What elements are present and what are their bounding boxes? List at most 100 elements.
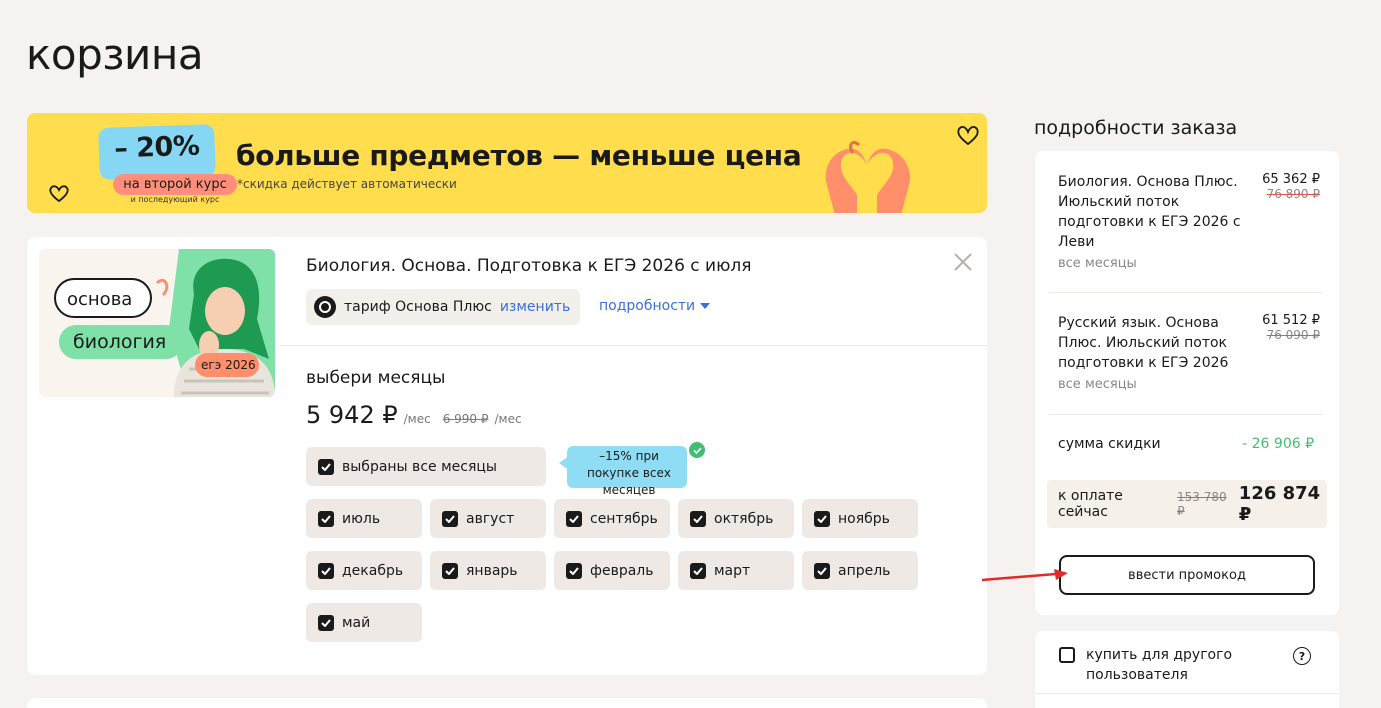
summary-item: Биология. Основа Плюс. Июльский поток по… [1058,172,1320,271]
checkbox-checked-icon [814,562,830,579]
gift-checkbox[interactable] [1059,647,1075,663]
item-old-price: 76 090 ₽ [1266,328,1320,342]
course-card: основа биология егэ 2026 Биология. Основ… [27,237,987,675]
select-all-months[interactable]: выбраны все месяцы [306,447,546,486]
discount-tag-text: –15% при покупке всех месяцев [587,449,671,497]
item-price-block: 65 362 ₽ 76 890 ₽ [1262,172,1320,201]
tariff-logo-icon [314,296,336,318]
checkbox-checked-icon [442,562,458,579]
tariff-selector: тариф Основа Плюс изменить [306,289,581,325]
close-icon[interactable] [950,249,976,275]
old-price: 6 990 ₽ [442,412,489,426]
checkbox-checked-icon [690,562,706,579]
month-chip[interactable]: март [678,551,794,590]
details-toggle[interactable]: подробности [599,298,711,314]
item-months: все месяцы [1058,377,1137,392]
heart-hands-illustration [825,141,910,213]
month-label: сентябрь [590,510,658,527]
price-block: 5 942 ₽ /мес 6 990 ₽ /мес [306,401,522,429]
course-cover-art [54,249,275,397]
pill-subtext: и последующий курс [130,195,220,204]
item-price-block: 61 512 ₽ 76 090 ₽ [1262,313,1320,342]
details-label: подробности [599,298,696,314]
month-label: октябрь [714,510,774,527]
old-price-unit: /мес [494,412,522,426]
checkbox-checked-icon [318,562,334,579]
course-title: Биология. Основа. Подготовка к ЕГЭ 2026 … [306,256,752,276]
page-title: корзина [26,30,204,79]
heart-doodle-icon [957,125,979,146]
thumb-tag-basic: основа [67,289,133,310]
discount-value: – 20% [113,130,200,165]
month-chip[interactable]: август [430,499,546,538]
checkbox-checked-icon [318,510,334,527]
check-icon [689,442,705,458]
course-thumbnail: основа биология егэ 2026 [39,249,275,397]
month-label: май [342,614,371,631]
banner-note: *скидка действует автоматически [237,177,457,191]
checkbox-checked-icon [442,510,458,527]
summary-item: Русский язык. Основа Плюс. Июльский пото… [1058,313,1320,392]
change-tariff-link[interactable]: изменить [500,299,570,315]
red-arrow-annotation [981,569,1068,582]
month-chip[interactable]: ноябрь [802,499,918,538]
item-name: Русский язык. Основа Плюс. Июльский пото… [1058,315,1229,371]
month-label: март [714,562,751,579]
months-title: выбери месяцы [306,368,446,388]
price-unit: /мес [403,412,431,426]
checkbox-checked-icon [690,510,706,527]
month-label: декабрь [342,562,404,579]
month-chip[interactable]: февраль [554,551,670,590]
item-price: 65 362 ₽ [1262,172,1320,187]
month-chip[interactable]: апрель [802,551,918,590]
month-chip[interactable]: июль [306,499,422,538]
total-old-price: 153 780 ₽ [1177,490,1227,518]
month-chip[interactable]: май [306,603,422,642]
total-row: к оплате сейчас 153 780 ₽ 126 874 ₽ [1047,480,1327,528]
month-chip[interactable]: декабрь [306,551,422,590]
divider [1049,292,1323,293]
month-label: август [466,510,515,527]
second-course-pill: на второй курс [113,174,237,195]
checkbox-checked-icon [566,562,582,579]
month-chip[interactable]: октябрь [678,499,794,538]
item-name: Биология. Основа Плюс. Июльский поток по… [1058,174,1241,250]
discount-ticket: – 20% [98,123,216,181]
thumb-badge-exam: егэ 2026 [201,358,256,372]
checkbox-checked-icon [318,458,334,475]
tariff-label: тариф Основа Плюс [344,299,492,315]
month-chip[interactable]: сентябрь [554,499,670,538]
month-label: январь [466,562,518,579]
all-months-discount-tag: –15% при покупке всех месяцев [559,442,705,497]
promo-banner[interactable]: – 20% на второй курс и последующий курс … [27,113,987,213]
item-old-price: 76 890 ₽ [1266,187,1320,201]
enter-promo-button[interactable]: ввести промокод [1059,555,1315,595]
discount-label: сумма скидки [1058,436,1161,452]
thumb-tag-subject: биология [73,331,167,353]
divider [1049,414,1323,415]
checkbox-checked-icon [566,510,582,527]
month-label: ноябрь [838,510,890,527]
month-chip[interactable]: январь [430,551,546,590]
gift-purchase-panel: купить для другого пользователя ? [1035,631,1339,708]
divider [1035,693,1339,694]
checkbox-checked-icon [814,510,830,527]
select-all-label: выбраны все месяцы [342,458,497,475]
next-course-card [27,698,987,708]
total-price: 126 874 ₽ [1238,483,1321,525]
banner-headline: больше предметов — меньше цена [236,139,802,172]
gift-label[interactable]: купить для другого пользователя [1086,645,1266,685]
total-label: к оплате сейчас [1058,488,1123,520]
summary-title: подробности заказа [1034,117,1238,139]
discount-value: - 26 906 ₽ [1242,436,1314,452]
order-summary: Биология. Основа Плюс. Июльский поток по… [1035,151,1339,615]
month-label: июль [342,510,381,527]
item-months: все месяцы [1058,256,1137,271]
item-price: 61 512 ₽ [1262,313,1320,328]
divider [279,345,987,346]
help-icon[interactable]: ? [1293,647,1311,665]
month-label: апрель [838,562,891,579]
discount-row: сумма скидки - 26 906 ₽ [1058,436,1314,452]
monthly-price: 5 942 ₽ [306,401,398,429]
chevron-down-icon [700,303,711,309]
